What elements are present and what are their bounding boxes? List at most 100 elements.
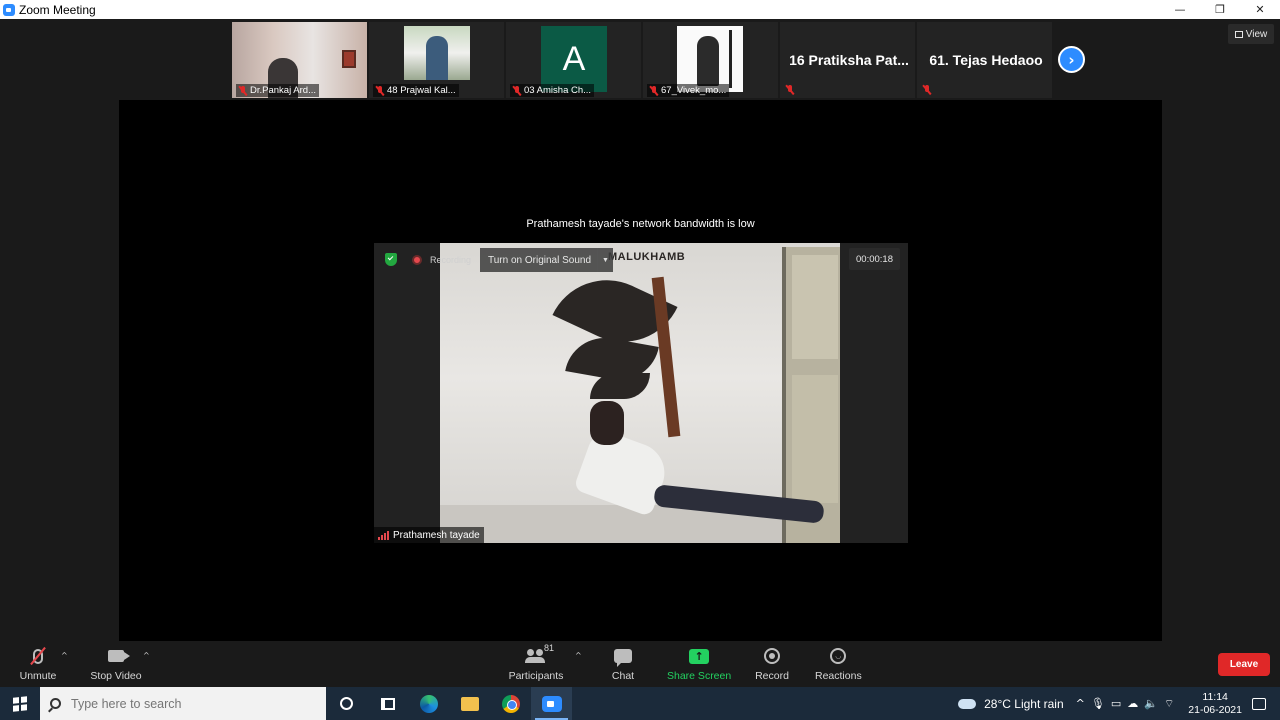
- unmute-label: Unmute: [19, 670, 57, 682]
- show-hidden-icons-chevron-icon[interactable]: ^: [1076, 697, 1085, 710]
- search-icon: [50, 698, 61, 709]
- muted-mic-icon: [650, 85, 658, 96]
- muted-mic-icon: [513, 85, 521, 96]
- reactions-button[interactable]: ◡ Reactions: [815, 645, 862, 682]
- volume-icon[interactable]: 🔈: [1144, 697, 1158, 710]
- participant-thumbnail[interactable]: 48 Prajwal Kal...: [369, 22, 504, 98]
- participant-thumbnail[interactable]: 67_Vivek_mo...: [643, 22, 778, 98]
- next-page-arrow-icon[interactable]: ›: [1058, 46, 1085, 73]
- record-button[interactable]: Record: [754, 645, 790, 682]
- smiley-icon: ◡: [830, 648, 847, 664]
- file-explorer-icon: [460, 696, 479, 711]
- weather-cloud-icon: [958, 698, 977, 709]
- chrome-icon: [501, 694, 520, 713]
- notification-center-icon[interactable]: [1252, 697, 1266, 710]
- recording-label: Recording: [430, 255, 472, 265]
- active-speaker-video[interactable]: MALUKHAMB Recording Turn on Original Sou…: [374, 243, 908, 543]
- clock-time: 11:14: [1202, 690, 1228, 703]
- recording-icon: [412, 255, 422, 265]
- window-title: Zoom Meeting: [19, 2, 96, 17]
- chrome-taskbar-button[interactable]: [490, 687, 531, 720]
- unmute-button[interactable]: Unmute: [18, 645, 58, 682]
- muted-mic-icon: [786, 85, 794, 95]
- mural-text: MALUKHAMB: [608, 251, 686, 263]
- file-explorer-taskbar-button[interactable]: [449, 687, 490, 720]
- window-titlebar: Zoom Meeting — ❐ ✕: [0, 0, 1280, 19]
- original-sound-button[interactable]: Turn on Original Sound ▼: [480, 248, 613, 272]
- battery-icon[interactable]: ▭: [1111, 697, 1121, 710]
- wooden-pole: [651, 276, 681, 438]
- participant-name-tag: Dr.Pankaj Ard...: [236, 84, 320, 97]
- stop-video-button[interactable]: Stop Video: [90, 645, 142, 682]
- zoom-taskbar-button[interactable]: [531, 687, 572, 720]
- share-screen-button[interactable]: ↑ Share Screen: [667, 645, 731, 682]
- participant-avatar: A: [541, 26, 607, 92]
- participant-name: 67_Vivek_mo...: [661, 85, 727, 96]
- camera-icon: [108, 650, 130, 662]
- weather-text[interactable]: 28°C Light rain: [984, 697, 1064, 711]
- chat-label: Chat: [611, 670, 635, 682]
- muted-mic-icon: [239, 85, 247, 96]
- door-panel: [792, 375, 838, 503]
- task-view-icon: [380, 697, 395, 710]
- participant-name-tag: 67_Vivek_mo...: [647, 84, 730, 97]
- search-input[interactable]: [71, 696, 291, 711]
- leave-button[interactable]: Leave: [1218, 653, 1270, 676]
- participant-profile-photo: [677, 26, 743, 92]
- system-tray: 28°C Light rain ^ 🎙 ▭ ☁ 🔈 ⌔ 11:14 21-06-…: [958, 687, 1280, 720]
- participants-options-chevron-icon[interactable]: ^: [575, 651, 582, 660]
- minimize-button[interactable]: —: [1160, 0, 1200, 19]
- muted-mic-icon: [923, 85, 931, 95]
- restore-button[interactable]: ❐: [1200, 0, 1240, 19]
- microphone-tray-icon[interactable]: 🎙: [1091, 697, 1105, 710]
- muted-mic-icon: [376, 85, 384, 96]
- start-button[interactable]: [0, 687, 40, 720]
- taskbar-search[interactable]: [40, 687, 326, 720]
- meeting-area: Dr.Pankaj Ard... 48 Prajwal Kal... A 03 …: [0, 19, 1280, 641]
- participant-thumbnail[interactable]: Dr.Pankaj Ard...: [232, 22, 367, 98]
- speaker-name: Prathamesh tayade: [393, 529, 480, 541]
- view-button[interactable]: View: [1228, 24, 1274, 44]
- participant-thumbnail[interactable]: A 03 Amisha Ch...: [506, 22, 641, 98]
- participant-name-tag: 48 Prajwal Kal...: [373, 84, 459, 97]
- taskbar-clock[interactable]: 11:14 21-06-2021: [1188, 691, 1242, 717]
- chat-button[interactable]: Chat: [608, 645, 638, 682]
- participant-thumbnail[interactable]: 61. Tejas Hedaoo: [917, 22, 1052, 98]
- share-screen-icon: ↑: [689, 648, 710, 664]
- participants-button[interactable]: 81 Participants: [508, 643, 564, 682]
- participant-name: 16 Pratiksha Pat...: [789, 52, 909, 68]
- network-signal-icon: [378, 530, 389, 540]
- record-icon: [764, 648, 780, 664]
- participant-thumbnail[interactable]: 16 Pratiksha Pat...: [780, 22, 915, 98]
- zoom-icon: [541, 695, 562, 712]
- task-view-button[interactable]: [367, 687, 408, 720]
- bandwidth-warning: Prathamesh tayade's network bandwidth is…: [526, 218, 755, 230]
- clock-date: 21-06-2021: [1188, 703, 1242, 716]
- audio-options-chevron-icon[interactable]: ^: [61, 651, 68, 660]
- cortana-icon: [340, 697, 353, 710]
- encryption-shield-icon[interactable]: [385, 253, 397, 266]
- participants-count: 81: [544, 643, 555, 653]
- active-speaker-stage: Prathamesh tayade's network bandwidth is…: [119, 100, 1162, 641]
- participant-name: 48 Prajwal Kal...: [387, 85, 456, 96]
- video-frame: MALUKHAMB: [440, 243, 840, 543]
- stop-video-label: Stop Video: [90, 670, 142, 682]
- chevron-down-icon[interactable]: ▼: [597, 248, 613, 272]
- edge-taskbar-button[interactable]: [408, 687, 449, 720]
- door-panel: [792, 255, 838, 359]
- original-sound-label: Turn on Original Sound: [488, 254, 592, 266]
- reactions-label: Reactions: [815, 670, 862, 682]
- network-icon[interactable]: ☁: [1127, 697, 1138, 710]
- wifi-icon[interactable]: ⌔: [1164, 697, 1174, 711]
- close-button[interactable]: ✕: [1240, 0, 1280, 19]
- participant-thumbnail-strip: Dr.Pankaj Ard... 48 Prajwal Kal... A 03 …: [232, 22, 1052, 98]
- window-controls: — ❐ ✕: [1160, 0, 1280, 19]
- cortana-button[interactable]: [326, 687, 367, 720]
- video-options-chevron-icon[interactable]: ^: [143, 651, 150, 660]
- zoom-app-icon: [3, 3, 15, 16]
- participant-profile-photo: [404, 26, 470, 80]
- grid-view-icon: [1234, 30, 1243, 38]
- record-label: Record: [755, 670, 789, 682]
- participant-name-tag: 03 Amisha Ch...: [510, 84, 595, 97]
- share-screen-label: Share Screen: [667, 670, 732, 682]
